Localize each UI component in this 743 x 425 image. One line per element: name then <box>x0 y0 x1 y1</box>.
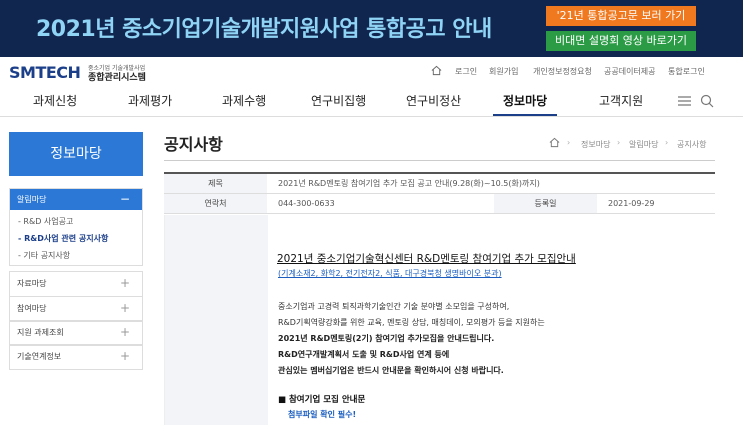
notice-heading: 2021년 중소기업기술혁신센터 R&D멘토링 참여기업 추가 모집안내 <box>277 253 576 265</box>
date-label: 등록일 <box>494 194 597 213</box>
sidebar-item-rnd-announcement[interactable]: - R&D 사업공고 <box>10 213 142 230</box>
body-paragraph: 중소기업과 고경력 퇴직과학기술인간 기술 분야별 소모임을 구성하여, <box>278 302 510 311</box>
gnb-task-execution[interactable]: 과제수행 <box>222 92 266 109</box>
briefing-video-button[interactable]: 비대면 설명회 영상 바로가기 <box>546 31 696 51</box>
sidebar-group-label: 기술연계정보 <box>17 352 62 361</box>
gnb-fund-settlement[interactable]: 연구비정산 <box>406 92 461 109</box>
privacy-request-link[interactable]: 개인정보정정요청 <box>533 66 592 77</box>
sidebar-group-resources[interactable]: 자료마당 + <box>9 271 143 297</box>
login-link[interactable]: 로그인 <box>455 66 477 77</box>
breadcrumb-home-icon[interactable] <box>549 137 560 148</box>
table-row: 연락처 044-300-0633 등록일 2021-09-29 <box>164 194 715 214</box>
sidebar-group-label: 알림마당 <box>17 195 47 204</box>
home-icon[interactable] <box>431 65 442 76</box>
expand-icon[interactable]: + <box>120 345 130 368</box>
title-divider <box>164 160 715 161</box>
breadcrumb-separator: › <box>567 138 571 147</box>
breadcrumb-info-center[interactable]: 정보마당 <box>581 139 610 150</box>
integrated-notice-button[interactable]: '21년 통합공고문 보러 가기 <box>546 6 696 26</box>
body-paragraph: 2021년 R&D멘토링(2기) 참여기업 추가모집을 안내드립니다. <box>278 334 495 343</box>
sidebar-item-other-notice[interactable]: - 기타 공지사항 <box>10 247 142 264</box>
page-title: 공지사항 <box>164 135 223 154</box>
body-paragraph: 관심있는 멤버십기업은 반드시 안내문을 확인하시어 신청 바랍니다. <box>278 366 504 375</box>
breadcrumb-separator: › <box>665 138 669 147</box>
logo-system-name: 종합관리시스템 <box>88 73 146 83</box>
attachment-note[interactable]: 첨부파일 확인 필수! <box>288 409 356 420</box>
table-row: 제목 2021년 R&D멘토링 참여기업 추가 모집 공고 안내(9.28(화)… <box>164 174 715 194</box>
section-title: ■ 참여기업 모집 안내문 <box>278 395 366 405</box>
body-label-column <box>165 215 268 425</box>
logo-wordmark: SMTECH <box>9 63 81 82</box>
integrated-login-link[interactable]: 통합로그인 <box>668 66 705 77</box>
sidebar-group-participation[interactable]: 참여마당 + <box>9 296 143 322</box>
date-value: 2021-09-29 <box>608 199 655 208</box>
collapse-icon[interactable]: − <box>120 189 130 210</box>
expand-icon[interactable]: + <box>120 272 130 295</box>
gnb-customer-support[interactable]: 고객지원 <box>599 92 643 109</box>
notice-detail-table: 제목 2021년 R&D멘토링 참여기업 추가 모집 공고 안내(9.28(화)… <box>164 172 715 214</box>
sidebar-group-label: 자료마당 <box>17 279 47 288</box>
public-data-link[interactable]: 공공데이터제공 <box>604 66 656 77</box>
sidebar-group-task-search[interactable]: 지원 과제조회 + <box>9 320 143 346</box>
gnb-info-center[interactable]: 정보마당 <box>503 92 547 109</box>
sidebar-group-label: 참여마당 <box>17 304 47 313</box>
sidebar-heading: 정보마당 <box>9 132 143 176</box>
sidebar-item-rnd-notice[interactable]: - R&D사업 관련 공지사항 <box>10 230 142 247</box>
sidebar-group-notice-header[interactable]: 알림마당 − <box>10 189 142 210</box>
top-banner: 2021년 중소기업기술개발지원사업 통합공고 안내 '21년 통합공고문 보러… <box>0 0 743 57</box>
breadcrumb-separator: › <box>617 138 621 147</box>
breadcrumb-notice-board[interactable]: 알림마당 <box>629 139 658 150</box>
gnb-fund-execution[interactable]: 연구비집행 <box>311 92 366 109</box>
sidebar-group-tech-link[interactable]: 기술연계정보 + <box>9 344 143 370</box>
expand-icon[interactable]: + <box>120 321 130 344</box>
contact-value: 044-300-0633 <box>278 199 335 208</box>
breadcrumb-current: 공지사항 <box>677 140 707 149</box>
signup-link[interactable]: 회원가입 <box>489 66 518 77</box>
gnb-task-application[interactable]: 과제신청 <box>33 92 77 109</box>
body-paragraph: R&D연구개발계획서 도출 및 R&D사업 연계 등에 <box>278 350 450 359</box>
body-paragraph: R&D기획역량강화를 위한 교육, 멘토링 상담, 매칭데이, 모의평가 등을 … <box>278 318 545 327</box>
subject-label: 제목 <box>164 174 267 193</box>
hamburger-menu-icon[interactable] <box>678 96 691 106</box>
banner-title: 2021년 중소기업기술개발지원사업 통합공고 안내 <box>36 17 492 42</box>
gnb-divider <box>0 116 743 117</box>
contact-label: 연락처 <box>164 194 267 213</box>
notice-fields-link[interactable]: (기계소재2, 화학2, 전기전자2, 식품, 대구경북청 생명바이오 분과) <box>278 268 502 279</box>
gnb-task-evaluation[interactable]: 과제평가 <box>128 92 172 109</box>
notice-subject: 2021년 R&D멘토링 참여기업 추가 모집 공고 안내(9.28(화)~10… <box>278 179 540 188</box>
sidebar-group-label: 지원 과제조회 <box>17 328 64 337</box>
expand-icon[interactable]: + <box>120 297 130 320</box>
sidebar-group-notice: 알림마당 − - R&D 사업공고 - R&D사업 관련 공지사항 - 기타 공… <box>9 188 143 266</box>
search-icon[interactable] <box>700 94 714 108</box>
